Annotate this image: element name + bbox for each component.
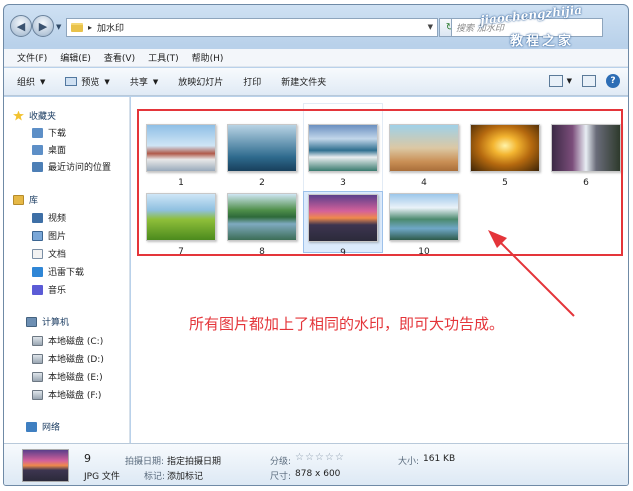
annotation-arrow [488, 230, 575, 317]
annotation-text: 所有图片都加上了相同的水印，即可大功告成。 [189, 315, 505, 333]
arrow-line [495, 237, 575, 317]
